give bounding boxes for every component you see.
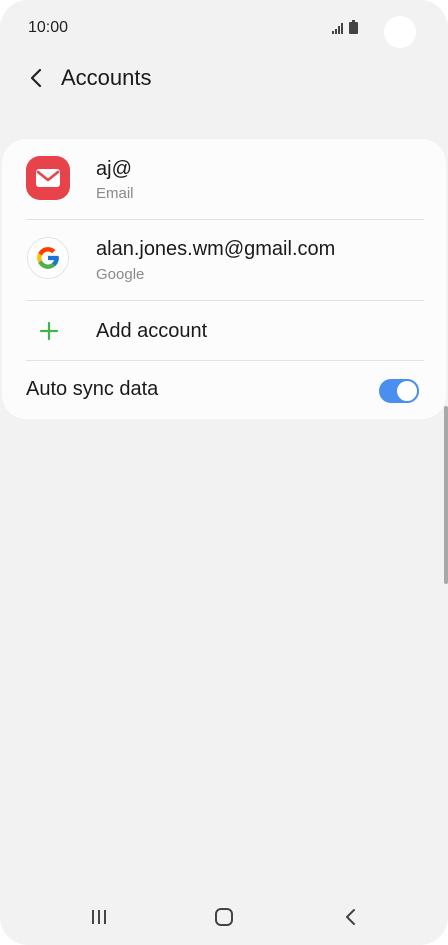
auto-sync-label: Auto sync data [26, 378, 159, 400]
google-icon [27, 237, 69, 279]
back-arrow-icon [30, 68, 42, 88]
page-title: Accounts [61, 65, 152, 90]
app-header: Accounts [0, 56, 448, 100]
recents-icon [92, 910, 106, 924]
account-title: aj@ [96, 158, 132, 180]
account-subtitle: Google [96, 266, 145, 283]
account-subtitle: Email [96, 185, 134, 202]
email-app-icon [26, 156, 70, 200]
recents-button[interactable] [81, 899, 117, 935]
back-button[interactable] [22, 64, 50, 92]
accounts-card: aj@ Email alan.jones.wm@gmail.com Google [2, 139, 446, 419]
home-button[interactable] [206, 899, 242, 935]
home-icon [215, 908, 233, 926]
signal-icon [332, 21, 344, 39]
account-row-google[interactable]: alan.jones.wm@gmail.com Google [2, 220, 446, 300]
status-icons [332, 20, 358, 39]
toggle-knob [395, 379, 419, 403]
scrollbar[interactable] [444, 406, 448, 584]
nav-back-icon [346, 909, 355, 925]
status-bar: 10:00 [0, 0, 448, 56]
plus-icon [39, 321, 59, 346]
navigation-bar [0, 889, 448, 945]
add-account-button[interactable]: Add account [2, 301, 446, 361]
account-title: alan.jones.wm@gmail.com [96, 238, 336, 260]
battery-icon [349, 20, 358, 39]
auto-sync-toggle[interactable] [379, 379, 419, 403]
add-account-label: Add account [96, 320, 208, 342]
camera-cutout [384, 16, 416, 48]
status-time: 10:00 [28, 19, 69, 36]
account-row-email[interactable]: aj@ Email [2, 139, 446, 219]
nav-back-button[interactable] [332, 899, 368, 935]
phone-screen: 10:00 Accounts aj@ Email alan.jones.wm@g… [0, 0, 448, 945]
